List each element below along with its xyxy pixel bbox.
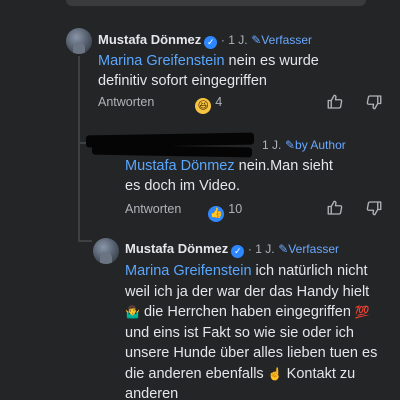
thread-line — [78, 144, 80, 240]
comment-actions: Antworten 👍 10 — [125, 202, 242, 222]
reaction-count[interactable]: 10 — [228, 202, 242, 216]
pencil-icon: ✎ — [278, 242, 289, 256]
comment-text: Marina Greifenstein ich natürlich nicht … — [125, 263, 378, 400]
author-name[interactable]: Mustafa Dönmez — [98, 32, 201, 47]
mention-link[interactable]: Marina Greifenstein — [98, 53, 225, 69]
verified-icon: ✓ — [231, 245, 245, 258]
comment-header: Mustafa Dönmez ✓ · 1 J. ✎Verfasser — [125, 241, 339, 258]
reply-button[interactable]: Antworten — [125, 202, 181, 216]
comment-time[interactable]: 1 J. — [255, 242, 274, 256]
reply-button[interactable]: Antworten — [98, 95, 154, 109]
author-badge: Verfasser — [288, 242, 339, 256]
comment-header: Mustafa Dönmez ✓ · 1 J. ✎Verfasser — [98, 32, 312, 49]
like-reaction-icon[interactable]: 👍 — [208, 206, 225, 222]
thread-line — [78, 122, 80, 142]
comment-actions: Antworten 😆 4 — [98, 95, 222, 114]
mention-link[interactable]: Marina Greifenstein — [125, 263, 252, 279]
author-badge: Verfasser — [261, 33, 312, 47]
comment-text: Mustafa Dönmez nein.Man sieht es doch im… — [125, 158, 333, 194]
author-name[interactable]: Mustafa Dönmez — [125, 241, 228, 256]
mention-link[interactable]: Mustafa Dönmez — [125, 158, 235, 174]
comment-thread: Mustafa Dönmez ✓ · 1 J. ✎Verfasser Marina… — [0, 0, 400, 400]
thread-line — [78, 56, 80, 122]
pencil-icon: ✎ — [284, 138, 296, 152]
hundred-emoji: 💯 — [354, 305, 370, 319]
dislike-icon[interactable] — [365, 93, 383, 111]
verified-icon: ✓ — [204, 36, 218, 49]
sheet-handle — [66, 0, 366, 6]
comment-header: 1 J. ✎by Author — [262, 137, 346, 153]
point-up-emoji: ☝️ — [267, 366, 283, 381]
comment-time[interactable]: 1 J. — [262, 138, 281, 152]
shrug-emoji: 🤷‍♂️ — [125, 305, 140, 319]
like-icon[interactable] — [326, 199, 344, 217]
comment-time[interactable]: 1 J. — [228, 33, 247, 47]
thread-line — [78, 240, 92, 242]
dislike-icon[interactable] — [365, 199, 383, 217]
like-icon[interactable] — [326, 93, 344, 111]
laugh-reaction-icon[interactable]: 😆 — [195, 98, 212, 114]
comment-text: Marina Greifenstein nein es wurde defini… — [98, 53, 319, 89]
reaction-count[interactable]: 4 — [215, 95, 222, 109]
avatar[interactable] — [66, 28, 92, 54]
author-badge: by Author — [295, 138, 346, 152]
avatar[interactable] — [93, 238, 119, 264]
pencil-icon: ✎ — [251, 33, 262, 47]
